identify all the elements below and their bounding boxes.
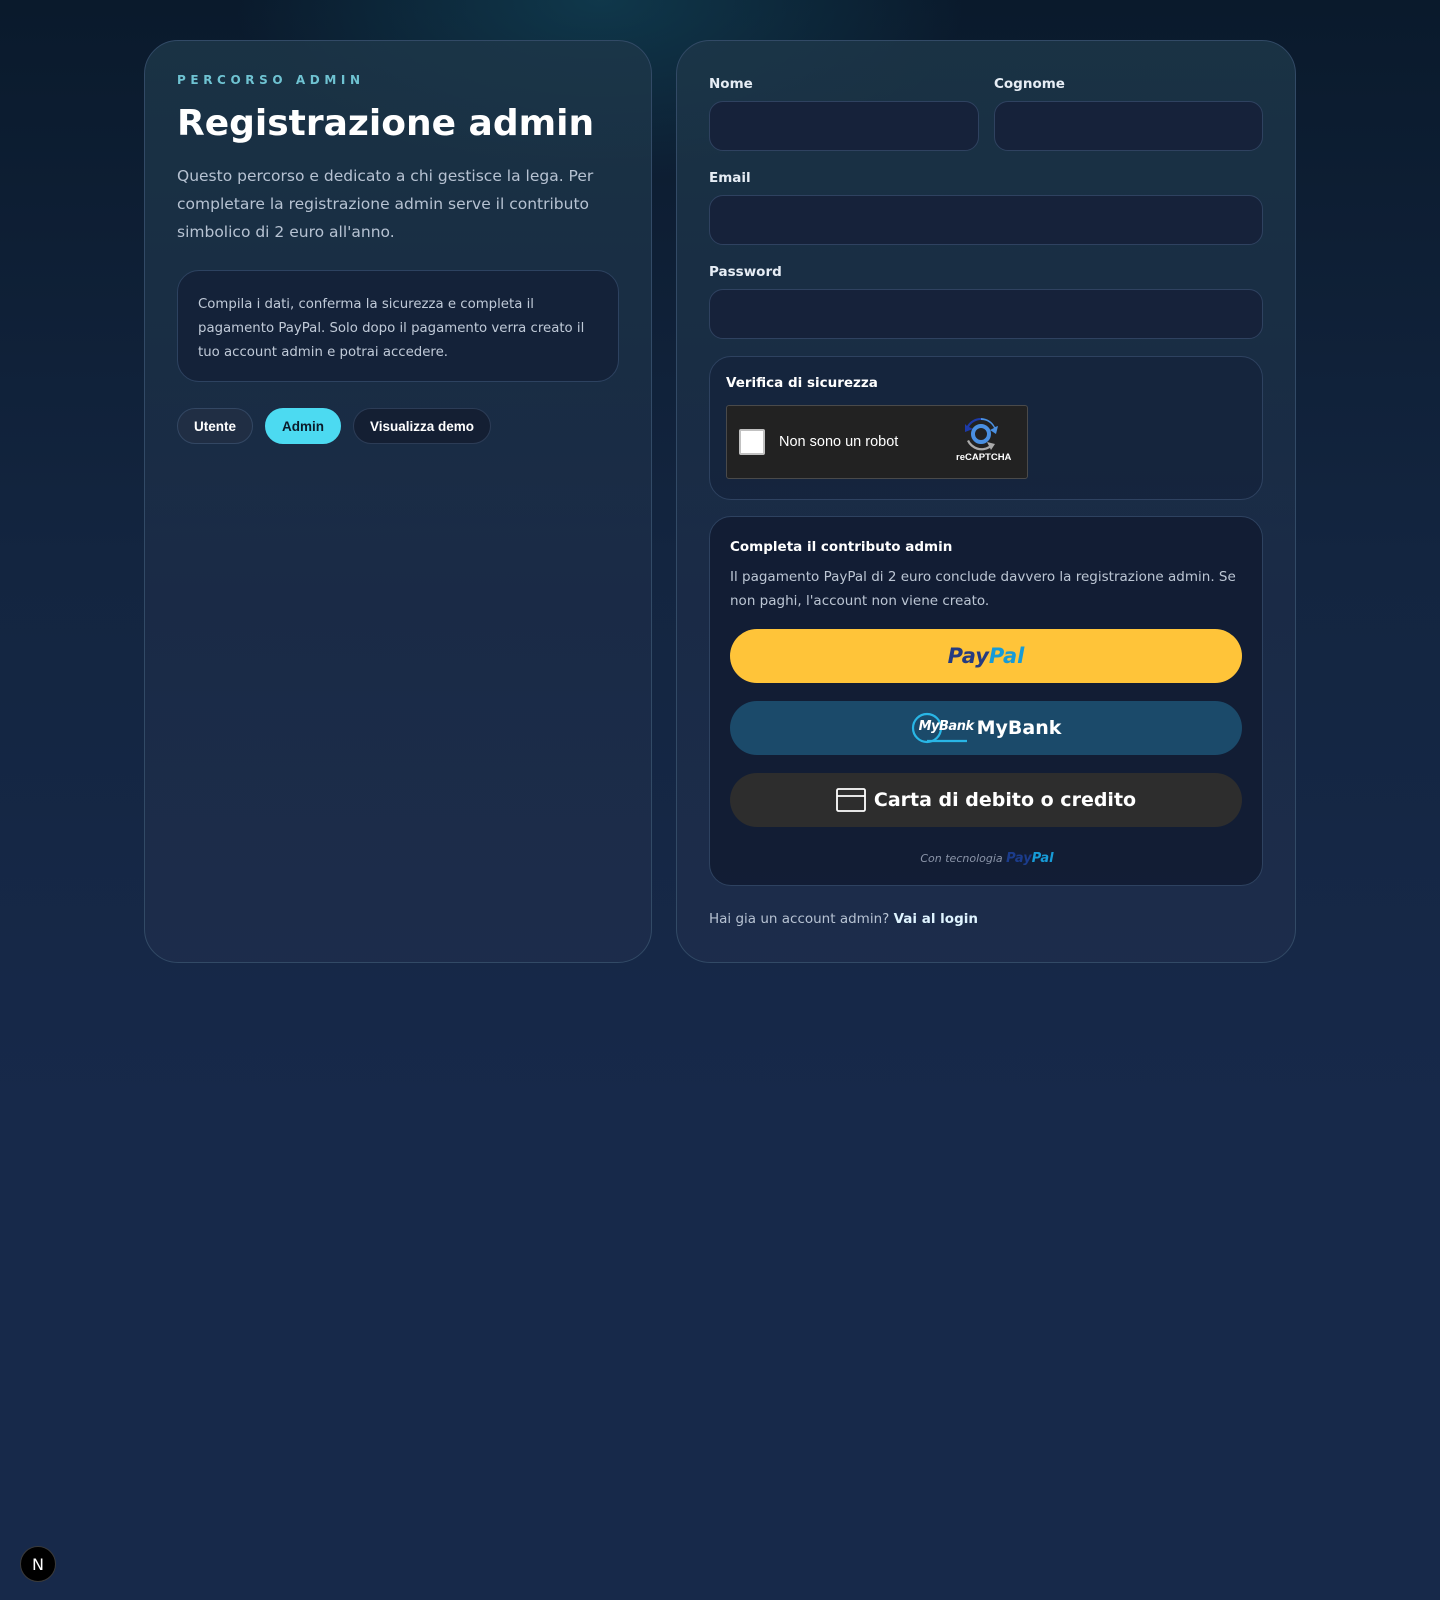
paypal-logo-pay: Pay [947, 644, 989, 668]
paypal-button[interactable]: Pay Pal [730, 629, 1242, 683]
registration-form-card: Nome Cognome Email Password Verifica di … [676, 40, 1296, 963]
last-name-input[interactable] [994, 101, 1263, 151]
card-label: Carta di debito o credito [873, 789, 1137, 811]
email-label: Email [709, 170, 751, 186]
page-title: Registrazione admin [177, 103, 595, 144]
recaptcha-label: Non sono un robot [779, 434, 899, 450]
credit-card-icon [836, 788, 866, 812]
card-button[interactable]: Carta di debito o credito [730, 773, 1242, 827]
last-name-label: Cognome [994, 76, 1065, 92]
dev-tools-badge[interactable]: N [20, 1546, 56, 1582]
security-box: Verifica di sicurezza Non sono un robot … [709, 356, 1263, 500]
section-eyebrow: PERCORSO ADMIN [177, 73, 365, 87]
recaptcha-icon [965, 417, 998, 451]
powered-logo-pay: Pay [1006, 851, 1032, 866]
email-input[interactable] [709, 195, 1263, 245]
mybank-logo-text: MyBank [918, 719, 975, 734]
chip-demo[interactable]: Visualizza demo [353, 408, 492, 444]
payment-box: Completa il contributo admin Il pagament… [709, 516, 1263, 886]
password-input[interactable] [709, 289, 1263, 339]
page-description: Questo percorso e dedicato a chi gestisc… [177, 167, 594, 241]
powered-by: Con tecnologia PayPal [710, 851, 1264, 866]
recaptcha-widget: Non sono un robot reCAPTCHA [726, 405, 1028, 479]
login-question: Hai gia un account admin? [709, 911, 890, 927]
mybank-icon: MyBank [911, 711, 974, 745]
mybank-label: MyBank [976, 717, 1062, 739]
info-text: Compila i dati, conferma la sicurezza e … [198, 297, 585, 360]
payment-description: Il pagamento PayPal di 2 euro conclude d… [730, 569, 1236, 609]
admin-intro-card: PERCORSO ADMIN Registrazione admin Quest… [144, 40, 652, 963]
recaptcha-checkbox[interactable] [739, 429, 765, 455]
role-switch: Utente Admin Visualizza demo [177, 408, 492, 444]
badge-letter: N [32, 1554, 44, 1574]
payment-title: Completa il contributo admin [730, 539, 953, 555]
info-box: Compila i dati, conferma la sicurezza e … [177, 270, 619, 382]
recaptcha-brand: reCAPTCHA [956, 452, 1012, 463]
powered-logo-pal: Pal [1031, 851, 1054, 866]
powered-prefix: Con tecnologia [920, 852, 1003, 865]
mybank-button[interactable]: MyBank MyBank [730, 701, 1242, 755]
paypal-logo-pal: Pal [988, 644, 1025, 668]
chip-admin[interactable]: Admin [265, 408, 342, 444]
login-link[interactable]: Vai al login [894, 911, 978, 927]
chip-utente[interactable]: Utente [177, 408, 254, 444]
security-title: Verifica di sicurezza [726, 375, 878, 391]
password-label: Password [709, 264, 782, 280]
login-prompt: Hai gia un account admin? Vai al login [709, 911, 978, 927]
first-name-input[interactable] [709, 101, 979, 151]
first-name-label: Nome [709, 76, 753, 92]
